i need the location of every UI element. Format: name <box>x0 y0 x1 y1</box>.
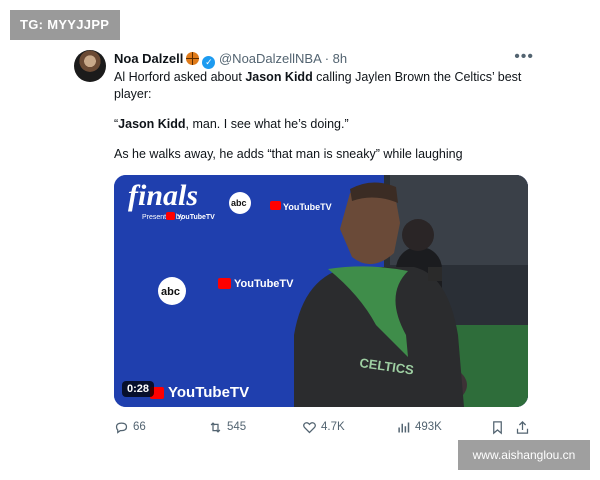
youtube-tv-text: YouTubeTV <box>283 202 332 212</box>
youtube-tv-text: YouTubeTV <box>168 384 249 401</box>
tweet-header: Noa Dalzell ✓ @NoaDalzellNBA · 8h ••• <box>114 48 534 69</box>
repost-button[interactable]: 545 <box>208 418 246 436</box>
youtube-tv-text: YouTubeTV <box>177 214 215 221</box>
author-handle[interactable]: @NoaDalzellNBA <box>219 51 321 66</box>
abc-logo-text: abc <box>231 198 247 208</box>
youtube-play-icon <box>218 278 231 289</box>
separator: · <box>324 51 330 66</box>
watermark-bottom: www.aishanglou.cn <box>458 440 590 470</box>
verified-icon: ✓ <box>202 56 216 69</box>
video-frame: finals Presented by YouTubeTV abc YouTub… <box>114 175 528 407</box>
reply-count: 66 <box>133 421 146 433</box>
paragraph-1: Al Horford asked about Jason Kidd callin… <box>114 69 530 103</box>
repost-count: 545 <box>227 421 247 433</box>
text-run: , man. I see what he’s doing.” <box>185 117 349 131</box>
action-bar: 66 545 4.7K 493K <box>114 418 530 436</box>
views-icon <box>398 422 410 432</box>
more-options-icon[interactable]: ••• <box>514 48 534 66</box>
bold-name: Jason Kidd <box>118 117 186 131</box>
timestamp[interactable]: 8h <box>333 51 347 66</box>
like-count: 4.7K <box>321 421 345 433</box>
text-run: Al Horford asked about <box>114 70 246 84</box>
share-icon <box>516 420 529 434</box>
like-button[interactable]: 4.7K <box>302 418 345 436</box>
bold-name: Jason Kidd <box>245 70 313 84</box>
bookmark-button[interactable] <box>490 418 509 436</box>
basketball-icon <box>186 52 200 65</box>
watermark-top: TG: MYYJJPP <box>10 10 120 40</box>
avatar[interactable] <box>74 50 106 82</box>
paragraph-2: “Jason Kidd, man. I see what he’s doing.… <box>114 116 530 133</box>
bookmark-icon <box>493 420 502 434</box>
tweet-text: Al Horford asked about Jason Kidd callin… <box>114 69 530 163</box>
repost-icon <box>210 421 221 433</box>
reply-icon <box>115 421 128 434</box>
views-button[interactable]: 493K <box>396 418 442 436</box>
reply-button[interactable]: 66 <box>114 418 146 436</box>
paragraph-3: As he walks away, he adds “that man is s… <box>114 147 463 161</box>
heart-icon <box>303 421 316 433</box>
abc-logo-text: abc <box>161 286 180 298</box>
youtube-play-icon <box>166 212 175 220</box>
video-duration: 0:28 <box>122 381 155 397</box>
view-count: 493K <box>415 421 442 433</box>
video-player[interactable]: finals Presented by YouTubeTV abc YouTub… <box>114 175 528 407</box>
youtube-tv-text: YouTubeTV <box>234 278 294 290</box>
author-name[interactable]: Noa Dalzell <box>114 51 183 66</box>
share-button[interactable] <box>515 418 534 436</box>
finals-logo-text: finals <box>128 179 198 212</box>
youtube-play-icon <box>270 201 281 210</box>
